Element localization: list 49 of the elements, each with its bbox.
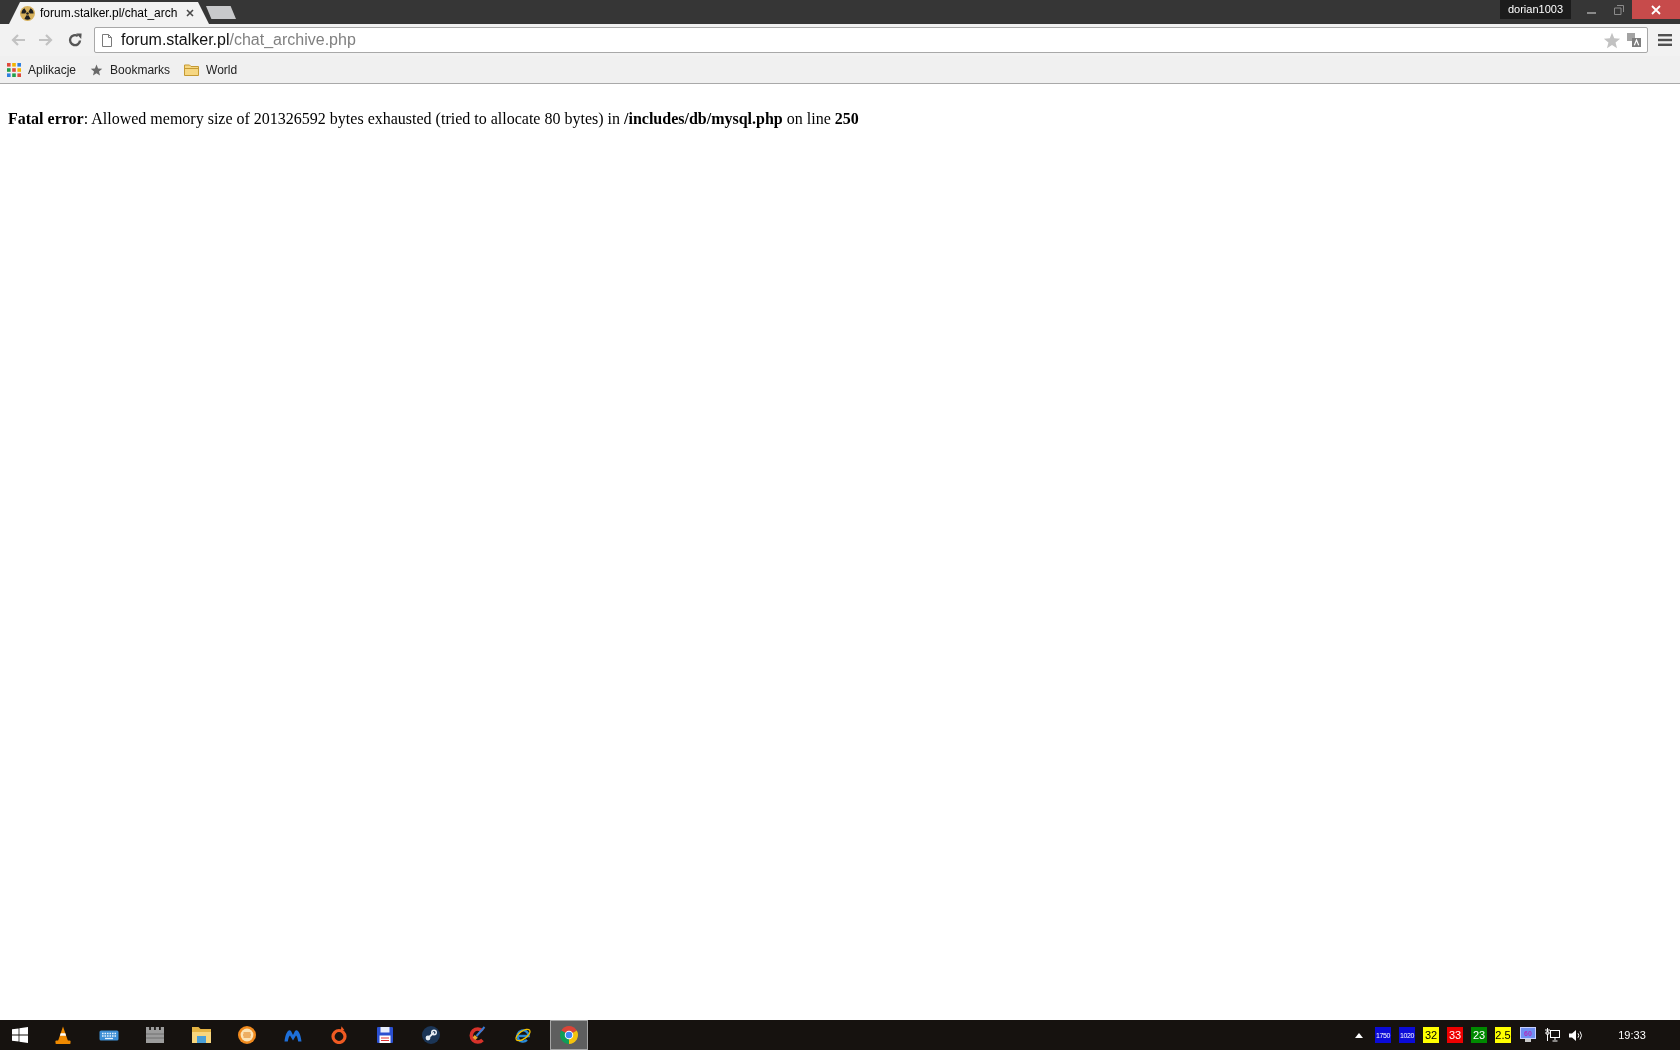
network-button[interactable] [1544, 1027, 1560, 1043]
four-pane-icon [12, 1027, 28, 1043]
page-icon [102, 33, 112, 47]
minimize-icon [1587, 12, 1596, 14]
folder-icon [184, 63, 200, 76]
folder-icon [191, 1027, 211, 1043]
radiation-icon [20, 5, 35, 21]
star-icon [90, 63, 104, 76]
menu-icon [1658, 34, 1672, 46]
keyboard-icon [99, 1029, 119, 1041]
tray-counter[interactable]: 33 [1447, 1027, 1463, 1043]
forward-arrow-icon [38, 33, 54, 47]
bookmark-item[interactable]: Bookmarks [90, 58, 171, 81]
tray-counter[interactable]: 2.5 [1495, 1027, 1511, 1043]
m-mark-icon [284, 1028, 302, 1042]
close-icon [1651, 4, 1661, 15]
speaker-icon [1569, 1028, 1583, 1042]
new-tab-button[interactable] [206, 6, 236, 19]
reload-icon [68, 33, 82, 47]
e-orbit-icon [514, 1026, 532, 1044]
bookmark-item[interactable]: Aplikacje [7, 58, 77, 81]
castle-icon [146, 1027, 164, 1043]
clock[interactable]: 19:33 [1597, 1020, 1667, 1050]
tray-counter[interactable]: 32 [1423, 1027, 1439, 1043]
lined-disc-icon [238, 1026, 256, 1044]
translate-button[interactable] [1627, 33, 1641, 47]
error-message: Fatal error: Allowed memory size of 201326592 bytes exhausted (tried to allocate 80 bytes) in /includes/db/mysql.php on line 250 [8, 110, 860, 128]
apps-grid-icon [7, 62, 21, 77]
browser-tab[interactable]: forum.stalker.pl/chat_arch [9, 2, 209, 24]
restore-icon [1613, 4, 1624, 15]
ring-icon [331, 1026, 347, 1044]
segmented-circle-icon [560, 1026, 578, 1044]
tray-counter[interactable]: 23 [1471, 1027, 1487, 1043]
brush-c-icon [468, 1026, 486, 1044]
caret-up-icon [1355, 1032, 1363, 1038]
piston-disc-icon [422, 1026, 440, 1044]
network-icon [1544, 1028, 1560, 1042]
translate-icon [1627, 33, 1641, 47]
close-button[interactable] [1632, 0, 1680, 19]
back-arrow-icon [10, 33, 26, 47]
bookmark-star-button[interactable] [1603, 31, 1621, 49]
star-icon [1603, 31, 1621, 49]
volume-button[interactable] [1569, 1027, 1583, 1043]
tab-close-button[interactable] [184, 7, 196, 19]
address-bar[interactable]: forum.stalker.pl/chat_archive.php [94, 27, 1648, 53]
traffic-cone-icon [54, 1025, 72, 1045]
bookmark-item[interactable]: World [184, 58, 238, 81]
profile-button[interactable]: dorian1003 [1500, 0, 1571, 19]
close-icon [186, 9, 194, 17]
